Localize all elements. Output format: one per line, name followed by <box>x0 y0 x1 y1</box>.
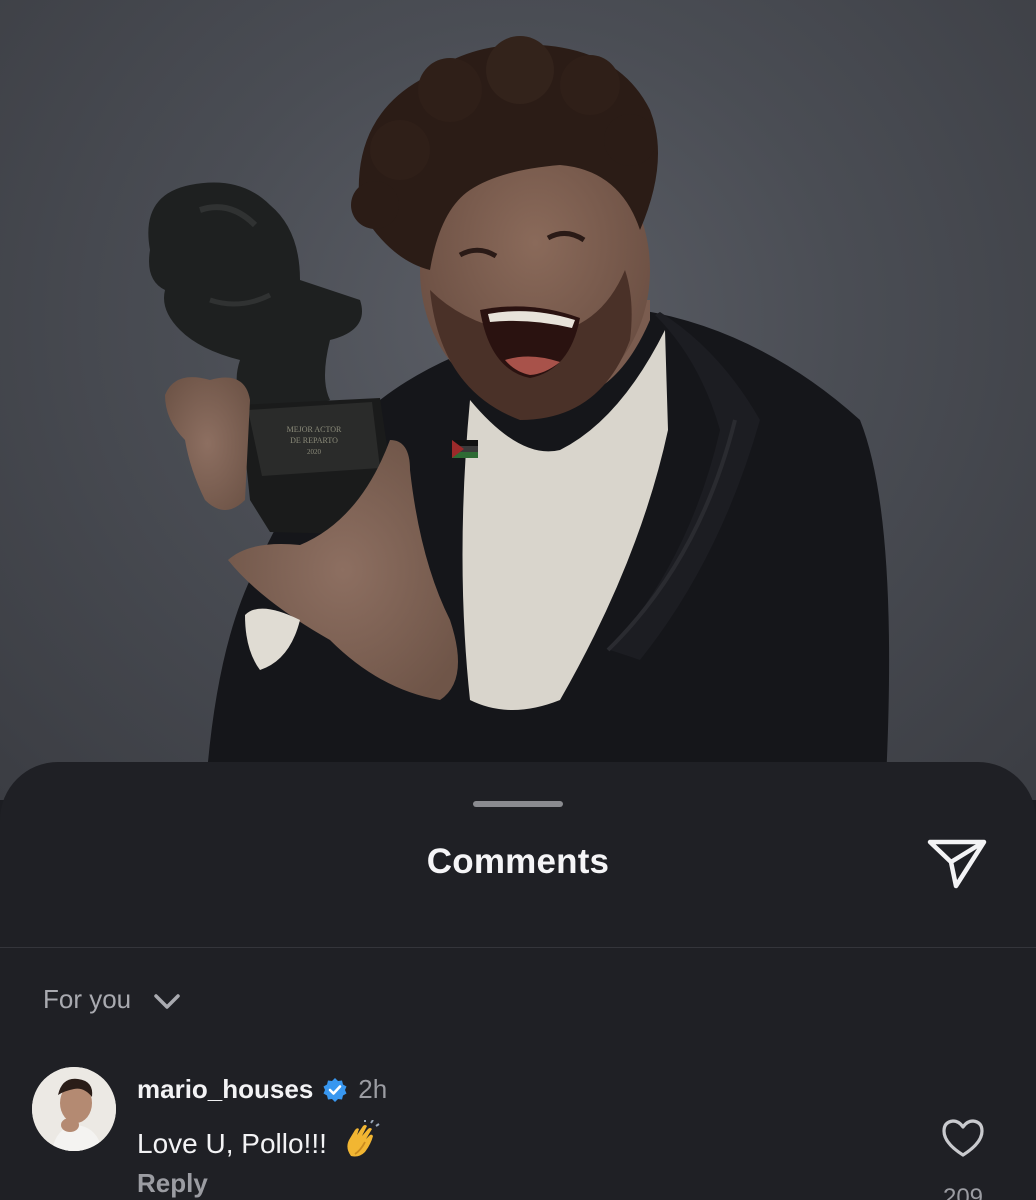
clapping-hands-emoji <box>341 1119 381 1167</box>
comment-filter-dropdown[interactable]: For you <box>43 984 181 1015</box>
comment-username[interactable]: mario_houses <box>137 1074 313 1105</box>
trophy-line-3: 2020 <box>307 448 322 456</box>
heart-icon <box>942 1119 984 1157</box>
clapping-hands-icon <box>347 1119 380 1157</box>
share-button[interactable] <box>924 834 990 894</box>
post-image[interactable]: MEJOR ACTOR DE REPARTO 2020 <box>0 0 1036 800</box>
comment-time: 2h <box>358 1074 388 1104</box>
share-icon <box>927 839 987 889</box>
sheet-divider <box>0 947 1036 948</box>
avatar-image <box>32 1067 116 1151</box>
filter-label: For you <box>43 984 132 1014</box>
sheet-grabber[interactable] <box>473 801 563 807</box>
comment-body: Love U, Pollo!!! <box>137 1119 381 1167</box>
like-button[interactable] <box>940 1117 986 1159</box>
chevron-down-icon <box>154 993 180 1009</box>
post-photo-illustration: MEJOR ACTOR DE REPARTO 2020 <box>148 36 890 800</box>
trophy-line-2: DE REPARTO <box>290 436 338 445</box>
trophy-line-1: MEJOR ACTOR <box>287 425 342 434</box>
comment-header: mario_houses 2h <box>137 1074 387 1105</box>
avatar[interactable] <box>32 1067 116 1151</box>
comment-text: Love U, Pollo!!! <box>137 1127 327 1159</box>
sheet-title: Comments <box>426 842 610 881</box>
like-count: 209 <box>942 1184 984 1200</box>
screen: MEJOR ACTOR DE REPARTO 2020 Comments For… <box>0 0 1036 1200</box>
verified-badge-icon <box>323 1077 347 1102</box>
comments-sheet: Comments For you mario_houses 2h Love U,… <box>0 762 1036 1200</box>
reply-button[interactable]: Reply <box>137 1168 208 1199</box>
